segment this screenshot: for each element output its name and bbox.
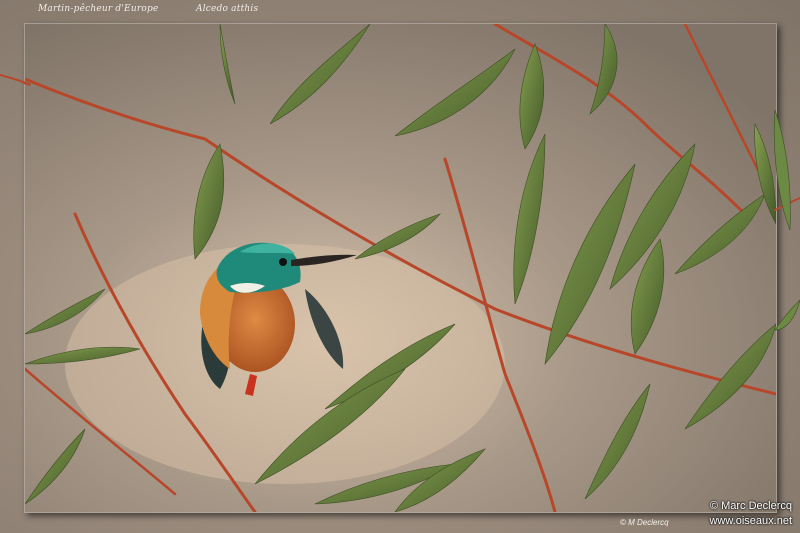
common-name-caption: Martin-pêcheur d'Europe	[38, 4, 159, 14]
photo	[24, 23, 777, 513]
website-text: www.oiseaux.net	[709, 515, 792, 527]
copyright-text: © Marc Declercq	[709, 500, 792, 512]
small-credit: © M Declercq	[620, 518, 669, 527]
photo-scene	[25, 24, 776, 512]
latin-name-caption: Alcedo atthis	[196, 4, 259, 14]
